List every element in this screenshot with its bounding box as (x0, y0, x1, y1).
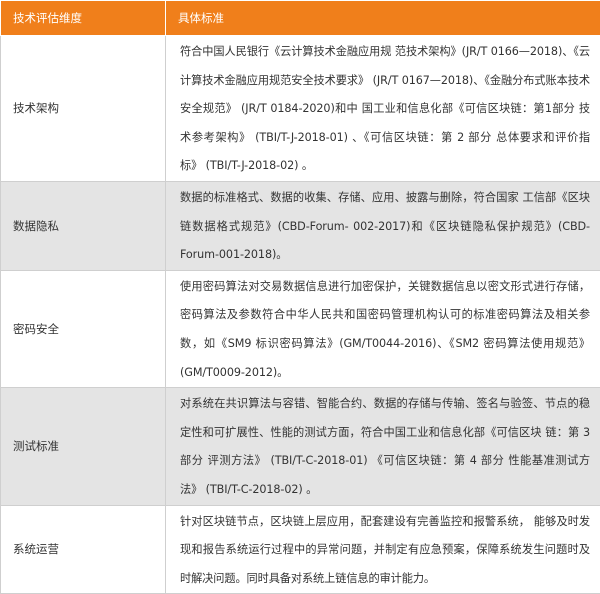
table-header-row: 技术评估维度 具体标准 (1, 1, 600, 36)
table-row: 数据隐私 数据的标准格式、数据的收集、存储、应用、披露与删除，符合国家 工信部《… (1, 181, 600, 270)
header-standard: 具体标准 (166, 1, 600, 36)
row-dimension: 密码安全 (1, 270, 166, 387)
row-dimension: 测试标准 (1, 388, 166, 505)
row-dimension: 数据隐私 (1, 181, 166, 270)
table-row: 系统运营 针对区块链节点，区块链上层应用，配套建设有完善监控和报警系统， 能够及… (1, 505, 600, 594)
row-standard: 针对区块链节点，区块链上层应用，配套建设有完善监控和报警系统， 能够及时发现和报… (166, 505, 600, 594)
table-row: 技术架构 符合中国人民银行《云计算技术金融应用规 范技术架构》(JR/T 016… (1, 36, 600, 182)
row-standard: 对系统在共识算法与容错、智能合约、数据的存储与传输、签名与验签、节点的稳定性和可… (166, 388, 600, 505)
row-dimension: 技术架构 (1, 36, 166, 182)
row-standard: 使用密码算法对交易数据信息进行加密保护，关键数据信息以密文形式进行存储，密码算法… (166, 270, 600, 387)
row-standard: 数据的标准格式、数据的收集、存储、应用、披露与删除，符合国家 工信部《区块链数据… (166, 181, 600, 270)
table-row: 密码安全 使用密码算法对交易数据信息进行加密保护，关键数据信息以密文形式进行存储… (1, 270, 600, 387)
standards-table: 技术评估维度 具体标准 技术架构 符合中国人民银行《云计算技术金融应用规 范技术… (0, 0, 600, 594)
table-row: 测试标准 对系统在共识算法与容错、智能合约、数据的存储与传输、签名与验签、节点的… (1, 388, 600, 505)
header-dimension: 技术评估维度 (1, 1, 166, 36)
row-standard: 符合中国人民银行《云计算技术金融应用规 范技术架构》(JR/T 0166—201… (166, 36, 600, 182)
row-dimension: 系统运营 (1, 505, 166, 594)
